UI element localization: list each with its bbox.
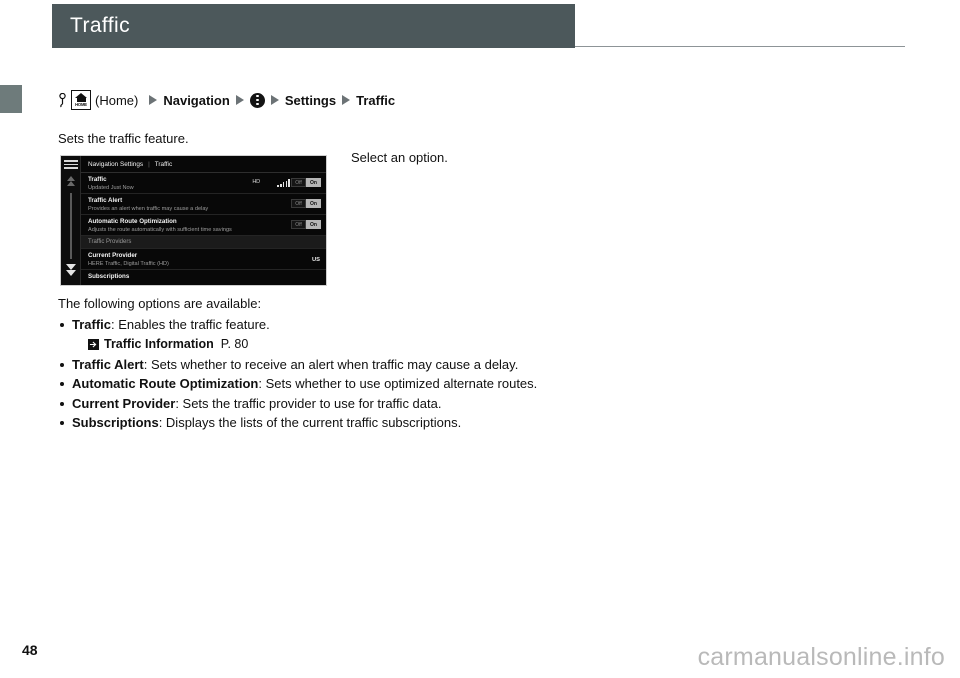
option-desc: : Sets whether to use optimized alternat… [258,376,538,391]
list-item: Automatic Route Optimization: Sets wheth… [58,375,578,394]
navscreen-content: Navigation Settings | Traffic Traffic Up… [81,156,326,285]
hand-pointer-icon [58,92,67,108]
home-icon-text: HOME [75,102,87,107]
breadcrumb-home-label: (Home) [95,92,139,108]
reference-page: P. 80 [220,337,249,351]
traffic-toggle[interactable]: Off On [291,178,321,187]
navscreen-breadcrumb-root[interactable]: Navigation Settings [88,161,143,168]
navscreen-breadcrumb-current: Traffic [154,160,173,168]
breadcrumb-navigation[interactable]: Navigation [163,93,229,108]
navscreen-breadcrumb: Navigation Settings | Traffic [81,156,326,173]
intro-text: Sets the traffic feature. [58,131,189,146]
watermark: carmanualsonline.info [697,643,945,671]
breadcrumb: HOME (Home) Navigation Settings Traffic [58,90,395,110]
list-item: Subscriptions: Displays the lists of the… [58,414,578,433]
provider-region-label: US [311,257,320,263]
scrollbar-track[interactable] [70,193,72,259]
navscreen-row-auto-route-optimization[interactable]: Automatic Route Optimization Adjusts the… [81,215,326,236]
navscreen-row-traffic-alert[interactable]: Traffic Alert Provides an alert when tra… [81,194,326,215]
triangle-right-icon [270,95,279,105]
option-name: Subscriptions [72,415,159,430]
toggle-on-label[interactable]: On [306,220,321,229]
navscreen-section-header: Traffic Providers [81,236,326,249]
option-name: Automatic Route Optimization [72,376,259,391]
reference-arrow-icon [88,338,99,350]
toggle-off-label[interactable]: Off [291,178,306,187]
options-list: The following options are available: Tra… [58,295,578,434]
scroll-down-arrow-icon[interactable] [66,270,76,276]
breadcrumb-settings[interactable]: Settings [285,93,336,108]
option-name: Traffic Alert [72,356,144,372]
triangle-right-icon [342,95,351,105]
navscreen-row-traffic[interactable]: Traffic Updated Just Now HD Off On [81,173,326,194]
triangle-right-icon [149,95,158,105]
navscreen-row-subscriptions[interactable]: Subscriptions [81,270,326,285]
row-title: Current Provider [88,252,138,259]
navscreen-left-rail [61,156,81,285]
row-subtitle: HERE Traffic, Digital Traffic (HD) [88,261,169,267]
option-name: Current Provider [72,395,176,411]
toggle-off-label[interactable]: Off [291,220,306,229]
reference-title[interactable]: Traffic Information [104,335,214,354]
toggle-off-label[interactable]: Off [291,199,306,208]
hamburger-menu-icon[interactable] [64,160,78,169]
auto-route-optimization-toggle[interactable]: Off On [291,220,321,229]
hd-radio-icon: HD [252,179,260,185]
header-divider-rule [575,46,905,47]
option-desc: : Sets the traffic provider to use for t… [175,395,442,411]
page-header-bar: Traffic [52,4,575,48]
home-button-icon[interactable]: HOME [71,90,91,110]
list-item: Traffic: Enables the traffic feature. [58,316,578,335]
sidebar-section-tab [0,85,22,113]
triangle-right-icon [235,95,244,105]
manual-page: Traffic System Setup HOME (Home) Navigat… [0,0,960,678]
toggle-on-label[interactable]: On [306,178,321,187]
toggle-on-label[interactable]: On [306,199,321,208]
list-item: Current Provider: Sets the traffic provi… [58,395,578,414]
breadcrumb-traffic[interactable]: Traffic [356,93,395,108]
options-lead-in: The following options are available: [58,296,262,311]
option-desc: : Sets whether to receive an alert when … [143,356,519,372]
scroll-up-arrow-icon[interactable] [67,181,75,186]
option-name: Traffic [72,316,112,332]
cross-reference[interactable]: Traffic Information P. 80 [58,335,578,354]
home-body-shape [76,97,86,102]
traffic-alert-toggle[interactable]: Off On [291,199,321,208]
option-desc: : Enables the traffic feature. [111,316,270,332]
row-title: Subscriptions [88,273,130,280]
navscreen-breadcrumb-separator: | [148,160,150,168]
three-dot-menu-icon[interactable] [249,92,265,108]
navigation-screen-illustration: Navigation Settings | Traffic Traffic Up… [60,155,327,286]
select-option-note: Select an option. [351,150,448,165]
page-title: Traffic [70,14,130,37]
list-item: Traffic Alert: Sets whether to receive a… [58,356,578,375]
signal-bars-icon [277,178,290,187]
option-desc: : Displays the lists of the current traf… [158,415,462,430]
navscreen-row-current-provider[interactable]: Current Provider HERE Traffic, Digital T… [81,249,326,270]
